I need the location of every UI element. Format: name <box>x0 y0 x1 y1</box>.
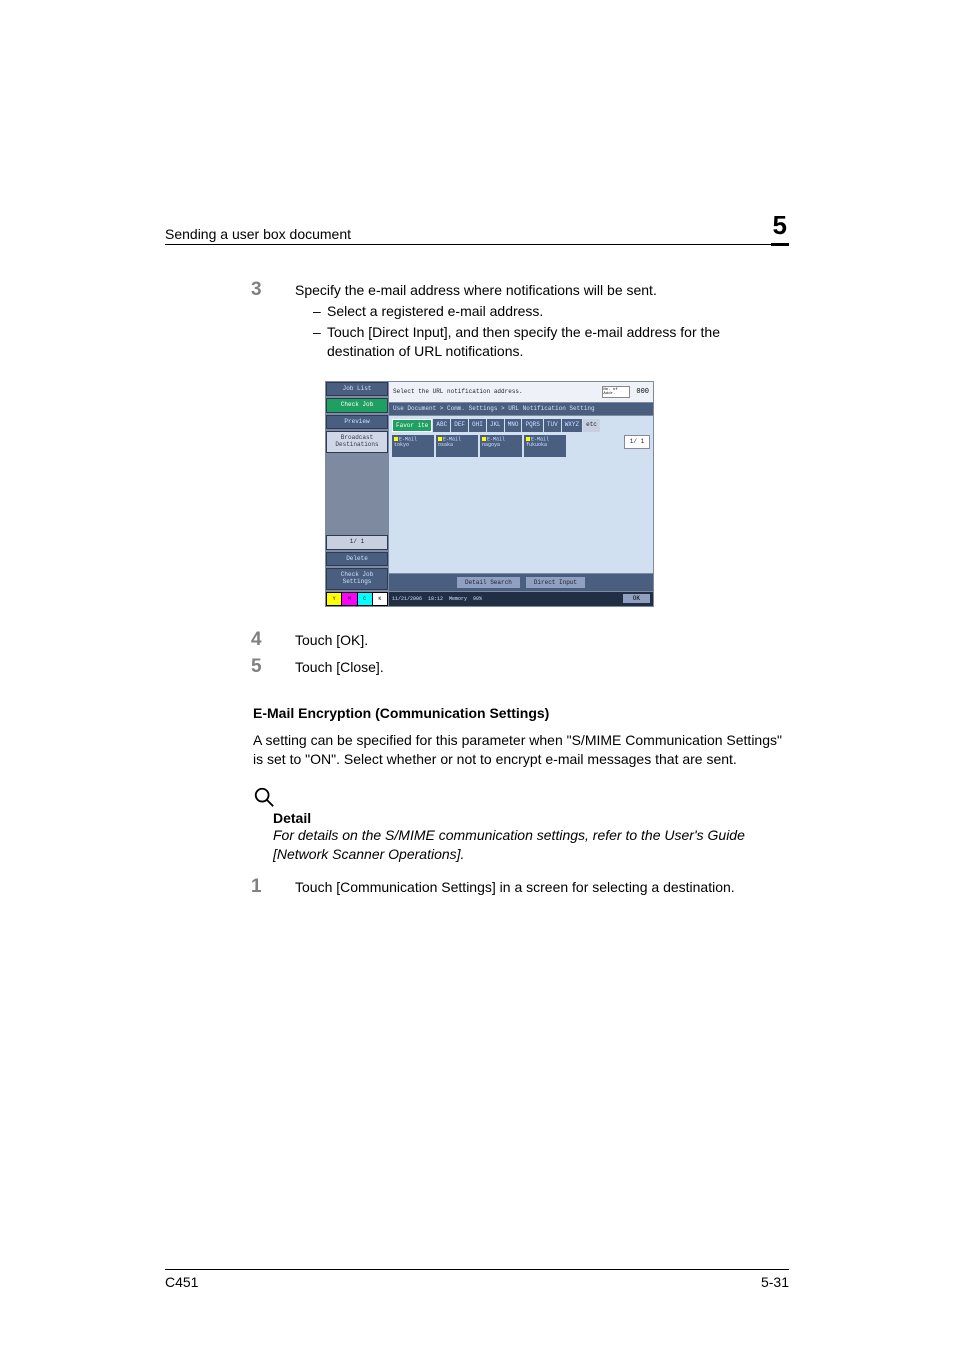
step-subitem: Touch [Direct Input], and then specify t… <box>313 323 789 361</box>
step-text: Touch [Communication Settings] in a scre… <box>295 879 789 895</box>
detail-note: Detail For details on the S/MIME communi… <box>253 786 789 864</box>
chapter-number: 5 <box>771 210 789 246</box>
device-screenshot: Job List Check Job Preview Broadcast Des… <box>325 381 654 607</box>
tab-wxyz[interactable]: WXYZ <box>562 419 582 432</box>
status-date: 11/21/2006 <box>392 596 422 602</box>
delete-button[interactable]: Delete <box>326 552 388 567</box>
tab-favorite[interactable]: Favor ite <box>392 419 432 432</box>
footer-model: C451 <box>165 1274 198 1290</box>
side-page-indicator: 1/ 1 <box>326 535 388 550</box>
address-card-tokyo[interactable]: E-Mailtokyo <box>392 435 434 457</box>
broadcast-dest-label: Broadcast Destinations <box>326 431 388 452</box>
encryption-paragraph: A setting can be specified for this para… <box>253 731 789 769</box>
address-card-fukuoka[interactable]: E-Mailfukuoka <box>524 435 566 457</box>
status-time: 18:12 <box>428 596 443 602</box>
toner-indicator: Y M C K <box>326 592 388 606</box>
detail-search-button[interactable]: Detail Search <box>457 577 520 588</box>
magnifier-icon <box>253 786 275 808</box>
step-text: Specify the e-mail address where notific… <box>295 282 789 298</box>
main-page-indicator: 1/ 1 <box>624 435 650 449</box>
check-job-settings-button[interactable]: Check Job Settings <box>326 568 388 589</box>
step-4: 4 Touch [OK]. <box>165 629 789 652</box>
prompt-text: Select the URL notification address. <box>393 388 523 395</box>
tab-def[interactable]: DEF <box>451 419 468 432</box>
step-text: Touch [OK]. <box>295 632 789 648</box>
detail-heading: Detail <box>273 810 789 826</box>
address-card-osaka[interactable]: E-Mailosaka <box>436 435 478 457</box>
ok-button[interactable]: OK <box>623 594 650 603</box>
tab-tuv[interactable]: TUV <box>544 419 561 432</box>
job-list-button[interactable]: Job List <box>326 382 388 397</box>
step-subitem: Select a registered e-mail address. <box>313 302 789 321</box>
page-header: Sending a user box document 5 <box>165 210 789 245</box>
encryption-heading: E-Mail Encryption (Communication Setting… <box>253 705 789 721</box>
footer-pageno: 5-31 <box>761 1274 789 1290</box>
section-title: Sending a user box document <box>165 226 351 242</box>
step-1: 1 Touch [Communication Settings] in a sc… <box>165 876 789 899</box>
preview-tab[interactable]: Preview <box>326 415 388 430</box>
prompt-bar: Select the URL notification address. No.… <box>389 382 653 402</box>
address-card-nagoya[interactable]: E-Mailnagoya <box>480 435 522 457</box>
tab-pqrs[interactable]: PQRS <box>522 419 542 432</box>
page-footer: C451 5-31 <box>165 1269 789 1290</box>
step-text: Touch [Close]. <box>295 659 789 675</box>
step-number: 3 <box>165 279 295 301</box>
tab-ghi[interactable]: GHI <box>469 419 486 432</box>
tab-abc[interactable]: ABC <box>433 419 450 432</box>
check-job-tab[interactable]: Check Job <box>326 398 388 413</box>
status-mem-pct: 99% <box>473 596 482 602</box>
tab-mno[interactable]: MNO <box>505 419 522 432</box>
tab-etc[interactable]: etc <box>583 419 600 432</box>
tab-jkl[interactable]: JKL <box>487 419 504 432</box>
direct-input-button[interactable]: Direct Input <box>526 577 585 588</box>
status-bar: 11/21/2006 18:12 Memory 99% OK <box>389 592 653 606</box>
step-number: 5 <box>165 656 295 678</box>
addr-count-value: 000 <box>636 388 649 396</box>
step-3: 3 Specify the e-mail address where notif… <box>165 279 789 373</box>
alpha-tabs: Favor ite ABC DEF GHI JKL MNO PQRS TUV W… <box>392 419 650 432</box>
breadcrumb: Use Document > Comm. Settings > URL Noti… <box>389 403 653 415</box>
step-number: 1 <box>165 876 295 898</box>
addr-count-box: No. of Addr. <box>602 386 630 398</box>
step-5: 5 Touch [Close]. <box>165 656 789 679</box>
step-number: 4 <box>165 629 295 651</box>
detail-body: For details on the S/MIME communication … <box>273 826 789 864</box>
status-mem-label: Memory <box>449 596 467 602</box>
